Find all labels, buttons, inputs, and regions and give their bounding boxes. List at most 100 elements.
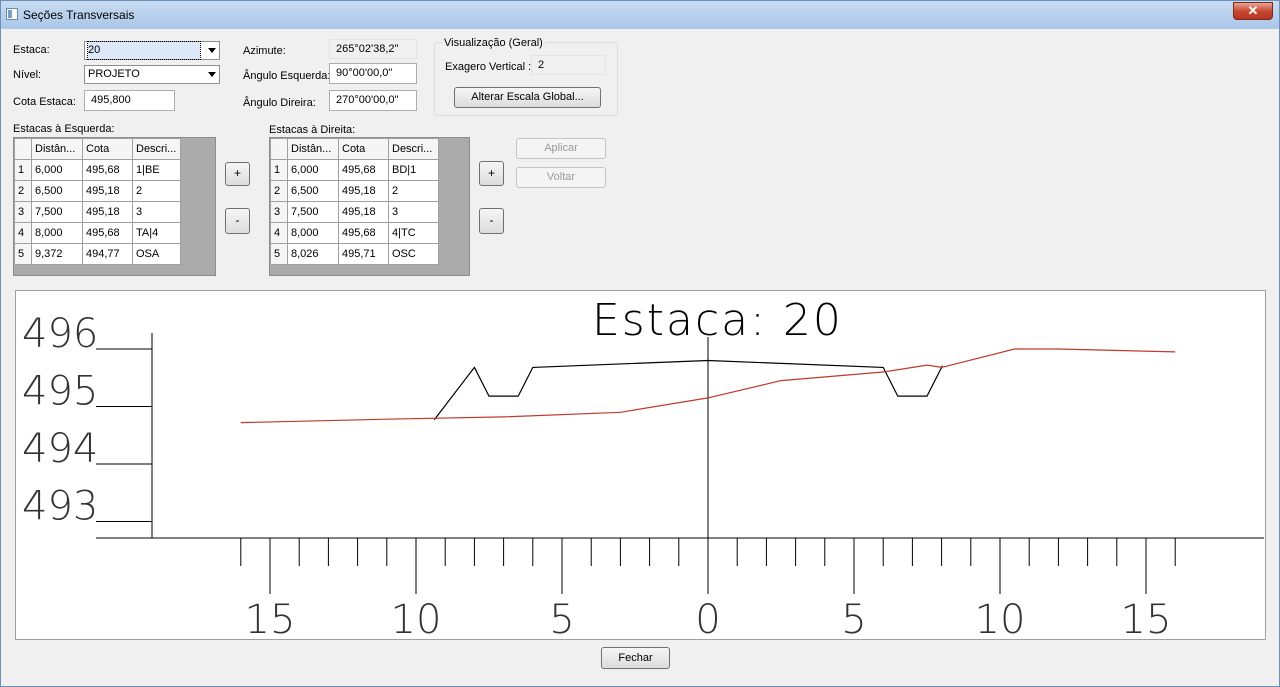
left-add-button[interactable]: + [225,162,250,186]
x-tick-label: 10 [975,597,1026,641]
distancia-cell[interactable]: 6,000 [287,159,339,181]
cota-cell[interactable]: 495,18 [338,201,389,223]
chevron-down-icon[interactable] [208,48,216,53]
distancia-cell[interactable]: 8,000 [31,222,83,244]
cota-cell[interactable]: 495,68 [338,222,389,244]
distancia-cell[interactable]: 6,500 [287,180,339,202]
chart-title: Estaca: 20 [592,295,843,346]
column-header-cota[interactable]: Cota [82,138,133,160]
right-remove-button[interactable]: - [479,208,504,234]
descricao-cell[interactable]: 2 [132,180,181,202]
visualizacao-title: Visualização (Geral) [442,37,545,49]
estaca-value: 20 [87,41,201,60]
cota-cell[interactable]: 495,18 [82,180,133,202]
column-header-distancia[interactable]: Distân... [287,138,339,160]
descricao-cell[interactable]: 4|TC [388,222,439,244]
x-tick-label: 15 [245,597,296,641]
distancia-cell[interactable]: 8,026 [287,243,339,265]
cota-cell[interactable]: 495,68 [82,222,133,244]
title-bar[interactable]: Seções Transversais ✕ [1,1,1279,29]
left-remove-button[interactable]: - [225,208,250,234]
nivel-label: Nível: [13,69,42,81]
table-row[interactable]: 4 8,000 495,68 4|TC [270,222,439,244]
cota-estaca-input[interactable]: 495,800 [84,90,175,111]
table-row[interactable]: 1 6,000 495,68 1|BE [14,159,181,181]
table-row[interactable]: 4 8,000 495,68 TA|4 [14,222,181,244]
cross-section-chart[interactable]: Estaca: 20 496 495 494 493 15 10 5 0 5 10 15 [15,290,1266,643]
row-header[interactable]: 1 [270,159,288,181]
cota-estaca-label: Cota Estaca: [13,96,76,108]
distancia-cell[interactable]: 6,500 [31,180,83,202]
angulo-direita-label: Ângulo Direira: [243,97,316,109]
angulo-esquerda-input[interactable]: 90°00'00,0" [329,63,417,84]
cota-cell[interactable]: 495,68 [338,159,389,181]
descricao-cell[interactable]: 3 [388,201,439,223]
cota-cell[interactable]: 495,68 [82,159,133,181]
row-header[interactable]: 4 [270,222,288,244]
window-icon [6,8,18,20]
distancia-cell[interactable]: 8,000 [287,222,339,244]
table-row[interactable]: 3 7,500 495,18 3 [14,201,181,223]
right-table-caption: Estacas à Direita: [269,124,356,136]
descricao-cell[interactable]: OSC [388,243,439,265]
estaca-combobox[interactable]: 20 [84,41,220,60]
right-stations-table[interactable]: Distân... Cota Descri... 1 6,000 495,68 BD|… [269,137,470,276]
corner-header [14,138,32,160]
x-tick-label: 15 [1121,597,1172,641]
nivel-combobox[interactable]: PROJETO [84,65,220,84]
cota-cell[interactable]: 495,71 [338,243,389,265]
row-header[interactable]: 3 [270,201,288,223]
right-add-button[interactable]: + [479,161,504,186]
cota-cell[interactable]: 495,18 [338,180,389,202]
fechar-button[interactable]: Fechar [601,647,670,669]
row-header[interactable]: 2 [14,180,32,202]
angulo-esquerda-label: Ângulo Esquerda: [243,70,331,82]
azimute-label: Azimute: [243,45,286,57]
row-header[interactable]: 4 [14,222,32,244]
table-row[interactable]: 1 6,000 495,68 BD|1 [270,159,439,181]
column-header-descricao[interactable]: Descri... [132,138,181,160]
distancia-cell[interactable]: 7,500 [287,201,339,223]
close-icon[interactable]: ✕ [1233,2,1273,20]
cross-section-svg: Estaca: 20 496 495 494 493 15 10 5 0 5 10 15 [22,295,1264,643]
distancia-cell[interactable]: 7,500 [31,201,83,223]
left-stations-table[interactable]: Distân... Cota Descri... 1 6,000 495,68 1|B… [13,137,216,276]
row-header[interactable]: 1 [14,159,32,181]
descricao-cell[interactable]: 2 [388,180,439,202]
row-header[interactable]: 2 [270,180,288,202]
section-profile-line [433,359,943,421]
descricao-cell[interactable]: 3 [132,201,181,223]
table-row[interactable]: 2 6,500 495,18 2 [270,180,439,202]
x-tick-label: 5 [841,597,866,641]
descricao-cell[interactable]: TA|4 [132,222,181,244]
aplicar-button[interactable]: Aplicar [516,138,606,159]
main-window: Seções Transversais ✕ Estaca: 20 Nível: … [0,0,1280,687]
y-tick-label: 493 [22,484,98,530]
y-tick-label: 496 [22,311,98,357]
row-header[interactable]: 3 [14,201,32,223]
column-header-descricao[interactable]: Descri... [388,138,439,160]
x-tick-label: 0 [695,597,720,641]
distancia-cell[interactable]: 6,000 [31,159,83,181]
distancia-cell[interactable]: 9,372 [31,243,83,265]
row-header[interactable]: 5 [270,243,288,265]
table-row[interactable]: 3 7,500 495,18 3 [270,201,439,223]
table-row[interactable]: 5 9,372 494,77 OSA [14,243,181,265]
voltar-button[interactable]: Voltar [516,167,606,188]
descricao-cell[interactable]: 1|BE [132,159,181,181]
table-row[interactable]: 2 6,500 495,18 2 [14,180,181,202]
nivel-value: PROJETO [88,68,140,80]
descricao-cell[interactable]: BD|1 [388,159,439,181]
chevron-down-icon[interactable] [208,72,216,77]
column-header-cota[interactable]: Cota [338,138,389,160]
descricao-cell[interactable]: OSA [132,243,181,265]
alterar-escala-button[interactable]: Alterar Escala Global... [454,87,601,108]
table-row[interactable]: 5 8,026 495,71 OSC [270,243,439,265]
angulo-direita-input[interactable]: 270°00'00,0" [329,90,417,111]
cota-cell[interactable]: 495,18 [82,201,133,223]
row-header[interactable]: 5 [14,243,32,265]
estaca-label: Estaca: [13,44,50,56]
column-header-distancia[interactable]: Distân... [31,138,83,160]
cota-cell[interactable]: 494,77 [82,243,133,265]
x-tick-label: 10 [391,597,442,641]
